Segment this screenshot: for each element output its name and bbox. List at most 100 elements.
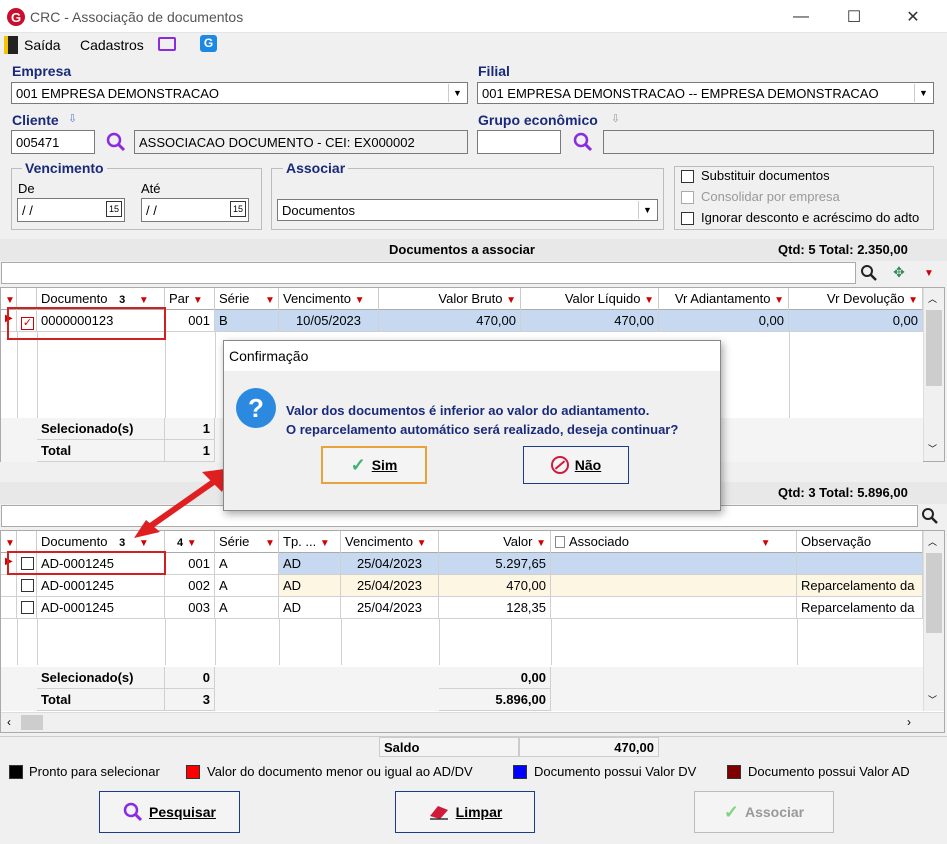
filter-icon[interactable]: ▼: [139, 295, 149, 306]
filter-icon[interactable]: ▼: [265, 538, 275, 549]
cell-associado: [551, 575, 797, 597]
search-icon[interactable]: [573, 132, 593, 152]
scroll-down-icon[interactable]: ﹀: [928, 442, 937, 455]
filter-icon[interactable]: ▼: [320, 538, 330, 549]
filter-icon[interactable]: ▼: [761, 538, 771, 549]
cliente-code-input[interactable]: 005471: [11, 130, 95, 154]
adto-total-row: Total 3 5.896,00: [1, 689, 923, 711]
menu-arrow-icon[interactable]: ▼: [924, 268, 934, 279]
expand-icon[interactable]: ✥: [888, 264, 910, 282]
scroll-thumb[interactable]: [926, 553, 942, 633]
total-label: Total: [37, 689, 165, 711]
legend-label: Valor do documento menor ou igual ao AD/…: [207, 764, 473, 779]
filter-icon[interactable]: ▼: [265, 295, 275, 306]
empresa-select[interactable]: 001 EMPRESA DEMONSTRACAO ▼: [11, 82, 468, 104]
window-title: CRC - Associação de documentos: [30, 9, 244, 25]
chevron-down-icon[interactable]: ▼: [448, 84, 466, 102]
document-icon: [555, 536, 565, 548]
legend-swatch-black: [9, 765, 23, 779]
ignorar-checkbox[interactable]: [681, 212, 694, 225]
menu-cadastros[interactable]: Cadastros: [80, 37, 144, 53]
col-valor-liquido[interactable]: Valor Líquido ▼: [521, 288, 659, 310]
eraser-icon: [429, 806, 448, 820]
filter-icon[interactable]: ▼: [5, 538, 15, 549]
row-checkbox[interactable]: [17, 575, 37, 597]
filter-icon[interactable]: ▼: [355, 295, 365, 306]
cell-associado: [551, 597, 797, 619]
filter-icon[interactable]: ▼: [5, 295, 15, 306]
adto-horizontal-scrollbar[interactable]: ‹ ›: [1, 712, 944, 732]
col-adiantamento[interactable]: Vr Adiantamento ▼: [659, 288, 789, 310]
col-vencimento-label: Vencimento: [283, 291, 351, 306]
g-app-icon[interactable]: G: [200, 35, 217, 52]
substituir-checkbox[interactable]: [681, 170, 694, 183]
filial-select[interactable]: 001 EMPRESA DEMONSTRACAO -- EMPRESA DEMO…: [477, 82, 934, 104]
highlight-box: [7, 551, 166, 575]
pesquisar-button[interactable]: Pesquisar: [99, 791, 240, 833]
grupo-info-icon: ⇩: [611, 113, 621, 125]
col-par[interactable]: Par ▼: [165, 288, 215, 310]
yes-button[interactable]: ✓ Sim: [321, 446, 427, 484]
docs-vertical-scrollbar[interactable]: ︿ ﹀: [923, 288, 944, 461]
filter-icon[interactable]: ▼: [774, 295, 784, 306]
scroll-up-icon[interactable]: ︿: [928, 292, 937, 305]
docs-filter-input[interactable]: [1, 262, 856, 284]
filter-icon[interactable]: ▼: [506, 295, 516, 306]
chevron-down-icon[interactable]: ▼: [638, 201, 656, 219]
chevron-down-icon[interactable]: ▼: [914, 84, 932, 102]
no-label: Não: [574, 457, 602, 473]
col-observacao[interactable]: Observação: [797, 531, 923, 553]
filter-icon[interactable]: ▼: [536, 538, 546, 549]
cell-serie: A: [215, 575, 279, 597]
close-button[interactable]: ✕: [890, 4, 936, 30]
search-icon[interactable]: [921, 507, 939, 525]
col-observacao-label: Observação: [801, 534, 872, 549]
col-valor[interactable]: Valor ▼: [439, 531, 551, 553]
col-devolucao-label: Vr Devolução: [826, 291, 905, 306]
adto-vertical-scrollbar[interactable]: ︿ ﹀: [923, 531, 944, 711]
scroll-left-icon[interactable]: ‹: [7, 715, 11, 729]
col-tipo[interactable]: Tp. ... ▼: [279, 531, 341, 553]
cell-vencimento: 25/04/2023: [341, 553, 439, 575]
scroll-right-icon[interactable]: ›: [907, 715, 911, 729]
filter-icon[interactable]: ▼: [908, 295, 918, 306]
col-valor-liquido-label: Valor Líquido: [564, 291, 641, 306]
row-checkbox[interactable]: [17, 597, 37, 619]
filter-icon[interactable]: ▼: [417, 538, 427, 549]
col-vencimento[interactable]: Vencimento ▼: [341, 531, 439, 553]
col-valor-bruto[interactable]: Valor Bruto ▼: [379, 288, 521, 310]
saldo-label: Saldo: [379, 737, 519, 757]
filter-icon[interactable]: ▼: [644, 295, 654, 306]
maximize-button[interactable]: ☐: [831, 4, 877, 30]
cell-tipo: AD: [279, 597, 341, 619]
minimize-button[interactable]: —: [778, 4, 824, 30]
legend-label: Documento possui Valor DV: [534, 764, 697, 779]
row-indicator: [1, 597, 17, 619]
table-row[interactable]: AD-0001245 003 A AD 25/04/2023 128,35 Re…: [1, 597, 923, 619]
scroll-thumb[interactable]: [926, 310, 942, 386]
saldo-value: 470,00: [519, 737, 659, 757]
calendar-icon[interactable]: 15: [106, 201, 122, 217]
col-associado[interactable]: Associado ▼: [551, 531, 797, 553]
filial-label: Filial: [478, 63, 510, 79]
col-devolucao[interactable]: Vr Devolução ▼: [789, 288, 923, 310]
scroll-down-icon[interactable]: ﹀: [928, 693, 937, 706]
calendar-icon[interactable]: 15: [230, 201, 246, 217]
exit-door-icon[interactable]: [4, 36, 18, 54]
search-icon[interactable]: [860, 264, 878, 282]
grupo-code-input[interactable]: [477, 130, 561, 154]
filter-icon[interactable]: ▼: [193, 295, 203, 306]
associar-select[interactable]: Documentos ▼: [277, 199, 658, 221]
no-button[interactable]: Não: [523, 446, 629, 484]
col-serie[interactable]: Série ▼: [215, 288, 279, 310]
limpar-button[interactable]: Limpar: [395, 791, 535, 833]
col-tipo-label: Tp. ...: [283, 534, 317, 549]
menu-exit[interactable]: Saída: [24, 37, 61, 53]
dialog-message-1: Valor dos documentos é inferior ao valor…: [286, 403, 650, 418]
col-vencimento[interactable]: Vencimento ▼: [279, 288, 379, 310]
monitor-icon[interactable]: [158, 37, 176, 51]
table-row[interactable]: AD-0001245 002 A AD 25/04/2023 470,00 Re…: [1, 575, 923, 597]
scroll-thumb[interactable]: [21, 715, 43, 730]
search-icon[interactable]: [106, 132, 126, 152]
scroll-up-icon[interactable]: ︿: [928, 535, 937, 548]
